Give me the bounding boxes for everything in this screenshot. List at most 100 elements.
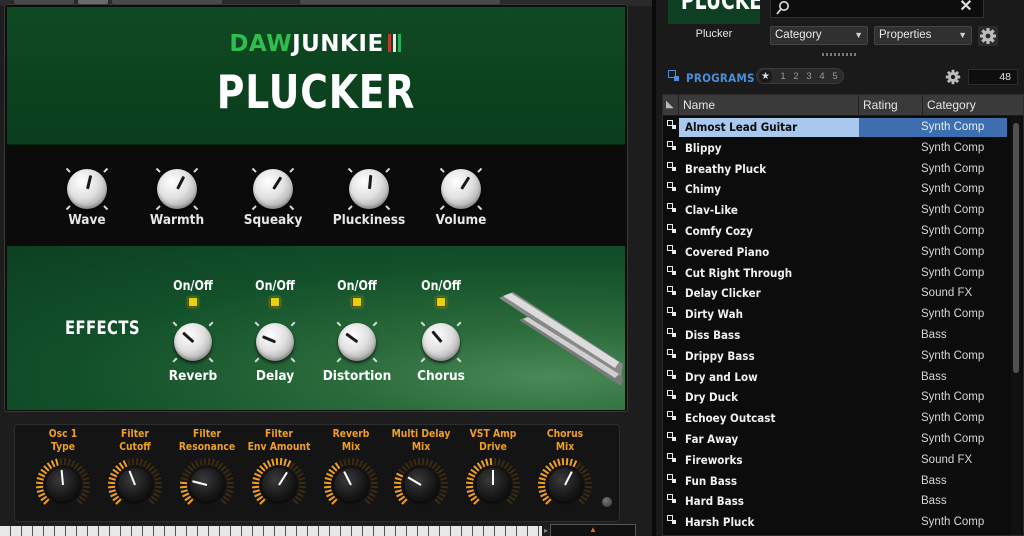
program-checkbox-icon[interactable] (667, 140, 676, 150)
program-row[interactable]: Echoey Outcast Synth Comp (663, 408, 1009, 429)
program-row[interactable]: Dry Duck Synth Comp (663, 387, 1009, 408)
program-row[interactable]: Almost Lead Guitar Synth Comp (663, 117, 1009, 138)
program-checkbox-icon[interactable] (667, 431, 676, 441)
macro-knob[interactable] (250, 456, 308, 514)
macro-knob[interactable] (106, 456, 164, 514)
program-checkbox-icon[interactable] (667, 265, 676, 275)
macro-knob-cap[interactable] (190, 468, 224, 502)
scrollbar-thumb[interactable] (1013, 123, 1019, 373)
knob-squeaky[interactable] (251, 167, 295, 211)
program-checkbox-icon[interactable] (667, 244, 676, 254)
program-row[interactable]: Comfy Cozy Synth Comp (663, 221, 1009, 242)
macro-knob[interactable] (178, 456, 236, 514)
reverb-onoff-toggle[interactable] (188, 297, 198, 307)
program-row[interactable]: Fireworks Sound FX (663, 450, 1009, 471)
program-checkbox-icon[interactable] (667, 369, 676, 379)
program-checkbox-icon[interactable] (667, 348, 676, 358)
program-checkbox-icon[interactable] (667, 161, 676, 171)
program-checkbox-icon[interactable] (667, 494, 676, 504)
program-row[interactable]: Covered Piano Synth Comp (663, 242, 1009, 263)
macro-knob[interactable] (34, 456, 92, 514)
macro-knob[interactable] (464, 456, 522, 514)
program-checkbox-icon[interactable] (667, 411, 676, 421)
macro-knob-cap[interactable] (476, 468, 510, 502)
category-dropdown[interactable]: Category ▼ (770, 26, 868, 45)
macro-knob-cap[interactable] (404, 468, 438, 502)
filter-settings-button[interactable] (978, 26, 998, 46)
rating-filter[interactable]: ★ 12345 (756, 68, 844, 84)
program-row[interactable]: Far Away Synth Comp (663, 429, 1009, 450)
program-checkbox-icon[interactable] (667, 515, 676, 525)
knob-wave[interactable] (65, 167, 109, 211)
octave-up-icon[interactable]: ▲ (589, 526, 597, 534)
distortion-onoff-toggle[interactable] (352, 297, 362, 307)
program-row[interactable]: Harsh Pluck Synth Comp (663, 512, 1009, 533)
program-checkbox-icon[interactable] (667, 286, 676, 296)
octave-box[interactable]: ▲ (550, 524, 636, 536)
rating-filter-5[interactable]: 5 (829, 70, 841, 83)
strip-indicator[interactable] (602, 497, 612, 507)
program-checkbox-icon[interactable] (667, 327, 676, 337)
knob-pluckiness[interactable] (347, 167, 391, 211)
dial-segment (50, 460, 56, 468)
sort-column-button[interactable]: ◣ (663, 95, 679, 116)
rating-filter-1[interactable]: 1 (777, 70, 789, 83)
piano-keyboard[interactable] (0, 526, 542, 536)
program-row[interactable]: Drippy Bass Synth Comp (663, 346, 1009, 367)
macro-knob[interactable] (536, 456, 594, 514)
program-checkbox-icon[interactable] (667, 473, 676, 483)
macro-knob-cap[interactable] (46, 468, 80, 502)
program-checkbox-icon[interactable] (667, 390, 676, 400)
macro-knob[interactable] (392, 456, 450, 514)
program-checkbox-icon[interactable] (667, 203, 676, 213)
knob-reverb[interactable] (172, 321, 214, 363)
program-checkbox-icon[interactable] (667, 223, 676, 233)
knob-distortion[interactable] (336, 321, 378, 363)
program-row[interactable]: Dirty Wah Synth Comp (663, 304, 1009, 325)
delay-onoff-toggle[interactable] (270, 297, 280, 307)
rating-filter-4[interactable]: 4 (816, 70, 828, 83)
column-header-rating[interactable]: Rating (859, 95, 923, 116)
preset-preview-image[interactable]: PLUCKER (668, 0, 760, 24)
knob-chorus[interactable] (420, 321, 462, 363)
clear-search-icon[interactable]: ✕ (959, 0, 973, 16)
chorus-onoff-toggle[interactable] (436, 297, 446, 307)
program-row[interactable]: Hard Bass Bass (663, 491, 1009, 512)
macro-knob-cap[interactable] (118, 468, 152, 502)
star-icon[interactable]: ★ (759, 70, 772, 83)
column-header-name[interactable]: Name (679, 95, 859, 116)
macro-knob[interactable] (322, 456, 380, 514)
knob-delay[interactable] (254, 321, 296, 363)
program-checkbox-icon[interactable] (667, 452, 676, 462)
program-row[interactable]: Breathy Pluck Synth Comp (663, 159, 1009, 180)
gear-icon (980, 28, 996, 44)
search-input[interactable] (791, 1, 961, 16)
program-checkbox-icon[interactable] (667, 182, 676, 192)
macro-knob-cap[interactable] (262, 468, 296, 502)
macro-knob-cap[interactable] (334, 468, 368, 502)
macro-knob-cap[interactable] (548, 468, 582, 502)
properties-dropdown[interactable]: Properties ▼ (874, 26, 972, 45)
program-checkbox-icon[interactable] (667, 120, 676, 129)
resize-handle[interactable] (822, 53, 858, 56)
program-row[interactable]: Blippy Synth Comp (663, 138, 1009, 159)
program-row[interactable]: Diss Bass Bass (663, 325, 1009, 346)
program-row[interactable]: Delay Clicker Sound FX (663, 283, 1009, 304)
rating-filter-2[interactable]: 2 (790, 70, 802, 83)
search-box[interactable] (770, 0, 984, 18)
program-row[interactable]: Dry and Low Bass (663, 367, 1009, 388)
program-checkbox-icon[interactable] (667, 307, 676, 317)
list-scrollbar[interactable] (1011, 117, 1021, 535)
dial-segment (508, 468, 516, 475)
program-row[interactable]: Chimy Synth Comp (663, 179, 1009, 200)
gear-icon[interactable] (944, 68, 962, 86)
program-row[interactable]: Cut Right Through Synth Comp (663, 263, 1009, 284)
keyboard-scroll-right-icon[interactable]: ▸ (542, 526, 550, 536)
program-row[interactable]: Fun Bass Bass (663, 471, 1009, 492)
program-row[interactable]: Clav-Like Synth Comp (663, 200, 1009, 221)
column-header-category[interactable]: Category (923, 95, 1019, 116)
knob-warmth[interactable] (155, 167, 199, 211)
knob-volume[interactable] (439, 167, 483, 211)
rating-filter-3[interactable]: 3 (803, 70, 815, 83)
dial-segment (122, 460, 128, 468)
